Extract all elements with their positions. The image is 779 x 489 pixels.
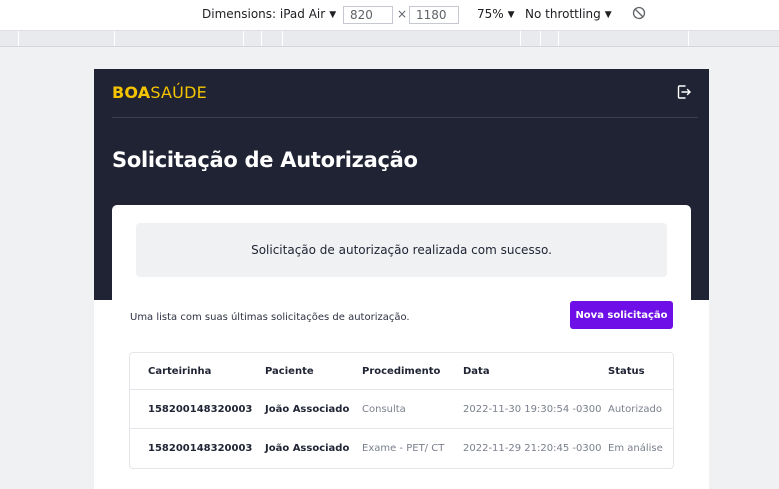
dimension-separator: × — [397, 7, 408, 21]
device-select[interactable]: Dimensions: iPad Air ▼ — [202, 7, 336, 21]
logo-rest: SAÚDE — [150, 83, 207, 102]
table-header-row: Carteirinha Paciente Procedimento Data S… — [130, 353, 673, 390]
cell-paciente: João Associado — [265, 404, 350, 415]
cell-carteirinha: 158200148320003 — [148, 443, 253, 454]
media-query-ruler — [0, 31, 779, 47]
rotate-icon[interactable] — [632, 6, 646, 23]
cell-data: 2022-11-29 21:20:45 -0300 — [463, 443, 602, 454]
app-viewport: BOASAÚDE Solicitação de Autorização Soli… — [94, 69, 709, 489]
width-input[interactable]: 820 — [343, 6, 393, 24]
content-card: Solicitação de autorização realizada com… — [112, 205, 691, 489]
header-carteirinha: Carteirinha — [148, 366, 212, 377]
cell-status: Autorizado — [608, 404, 662, 415]
device-label: Dimensions: iPad Air — [202, 7, 326, 21]
header-status: Status — [608, 366, 645, 377]
page-title: Solicitação de Autorização — [112, 148, 418, 172]
table-row[interactable]: 158200148320003 João Associado Consulta … — [130, 390, 673, 429]
header-data: Data — [463, 366, 490, 377]
throttling-label: No throttling — [525, 7, 601, 21]
header-divider — [112, 117, 698, 118]
list-description: Uma lista com suas últimas solicitações … — [130, 312, 410, 323]
table-row[interactable]: 158200148320003 João Associado Exame - P… — [130, 429, 673, 468]
header-procedimento: Procedimento — [362, 366, 441, 377]
cell-status: Em análise — [608, 443, 663, 454]
zoom-label: 75% — [477, 7, 504, 21]
success-alert: Solicitação de autorização realizada com… — [136, 223, 667, 277]
height-input[interactable]: 1180 — [409, 6, 459, 24]
new-request-button[interactable]: Nova solicitação — [570, 301, 673, 329]
cell-carteirinha: 158200148320003 — [148, 404, 253, 415]
logo-bold: BOA — [112, 83, 151, 102]
devtools-device-toolbar: Dimensions: iPad Air ▼ 820 × 1180 75% ▼ No… — [0, 0, 779, 31]
chevron-down-icon: ▼ — [329, 10, 337, 20]
chevron-down-icon: ▼ — [507, 10, 515, 20]
throttling-select[interactable]: No throttling ▼ — [525, 7, 612, 21]
logout-icon[interactable] — [675, 83, 693, 101]
logo[interactable]: BOASAÚDE — [112, 83, 207, 102]
chevron-down-icon: ▼ — [604, 10, 612, 20]
cell-procedimento: Exame - PET/ CT — [362, 443, 445, 454]
cell-paciente: João Associado — [265, 443, 350, 454]
alert-message: Solicitação de autorização realizada com… — [251, 243, 552, 257]
zoom-select[interactable]: 75% ▼ — [477, 7, 515, 21]
header-paciente: Paciente — [265, 366, 314, 377]
requests-table: Carteirinha Paciente Procedimento Data S… — [129, 352, 674, 469]
cell-procedimento: Consulta — [362, 404, 406, 415]
cell-data: 2022-11-30 19:30:54 -0300 — [463, 404, 602, 415]
